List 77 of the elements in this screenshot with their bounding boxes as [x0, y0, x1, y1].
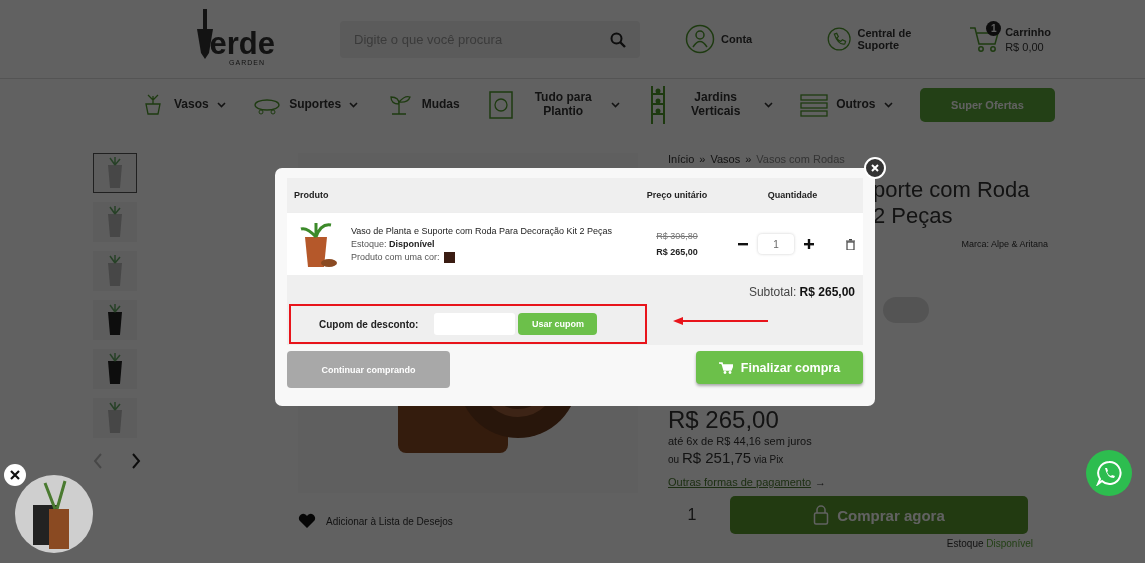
- breadcrumb-link[interactable]: Início: [668, 153, 695, 165]
- quantity-field[interactable]: 1: [668, 496, 716, 534]
- chevron-down-icon: [611, 102, 621, 108]
- coupon-label: Cupom de desconto:: [319, 318, 419, 330]
- shelves-icon: [800, 92, 829, 118]
- cart-total: R$ 0,00: [1005, 40, 1045, 53]
- heart-icon: [298, 513, 316, 529]
- pot-icon: [105, 157, 125, 189]
- nav-menu-item[interactable]: Vasos: [174, 98, 226, 112]
- column-header: Produto: [287, 178, 632, 212]
- color-label: Produto com uma cor:: [351, 252, 440, 262]
- close-button[interactable]: [864, 157, 886, 179]
- promo-button[interactable]: Super Ofertas: [920, 88, 1055, 122]
- pot-icon: [105, 304, 125, 336]
- chevron-down-icon: [216, 102, 226, 108]
- breadcrumb-separator: »: [699, 153, 706, 165]
- subtotal-text: Subtotal: R$ 265,00: [747, 284, 856, 299]
- cart-icon: [969, 25, 1000, 53]
- product-price: R$ 265,00: [668, 407, 780, 433]
- nav-menu-item[interactable]: Jardins Verticais: [675, 91, 773, 119]
- old-price: R$ 306,80: [656, 231, 698, 241]
- search-icon: [610, 31, 626, 48]
- checkout-button[interactable]: Finalizar compra: [696, 351, 863, 384]
- pix-price-text: ou R$ 251,75 via Pix: [668, 449, 785, 466]
- stock-status: Estoque: Disponível: [351, 238, 436, 249]
- apply-coupon-button[interactable]: Usar cupom: [518, 313, 598, 335]
- user-icon: [685, 24, 715, 54]
- logo-text[interactable]: erde: [209, 28, 275, 59]
- lock-icon: [813, 505, 830, 525]
- product-name[interactable]: Vaso de Planta e Suporte com Roda Para Decoração Kit 2 Peças: [351, 225, 612, 236]
- product-thumbnail[interactable]: [93, 153, 137, 193]
- payment-options-link[interactable]: Outras formas de pagamento: [668, 476, 812, 488]
- continue-shopping-button[interactable]: Continuar comprando: [287, 351, 450, 388]
- product-thumbnail[interactable]: [93, 398, 137, 438]
- chat-button[interactable]: [1086, 450, 1132, 496]
- cart-count-badge: 1: [986, 21, 1002, 36]
- chevron-down-icon: [763, 102, 773, 108]
- buy-now-button[interactable]: Comprar agora: [730, 496, 1028, 534]
- pot-icon: [105, 255, 125, 287]
- pot-icon: [105, 402, 125, 434]
- phone-icon: [827, 24, 852, 54]
- product-thumbnail[interactable]: [93, 202, 137, 242]
- product-thumbnail[interactable]: [93, 251, 137, 291]
- installments-text: até 6x de R$ 44,16 sem juros: [668, 435, 813, 447]
- chevron-down-icon: [883, 102, 893, 108]
- pot-icon: [105, 353, 125, 385]
- cart-label[interactable]: Carrinho: [1005, 25, 1051, 38]
- breadcrumb-separator: »: [745, 153, 752, 165]
- quantity-field[interactable]: 1: [758, 234, 794, 254]
- nav-menu-item[interactable]: Mudas: [421, 98, 460, 112]
- unit-price: R$ 265,00: [656, 247, 698, 257]
- plus-icon[interactable]: [804, 239, 814, 249]
- product-thumbnail[interactable]: [93, 349, 137, 389]
- nav-menu-item[interactable]: Suportes: [289, 98, 359, 112]
- product-thumbnail[interactable]: [93, 300, 137, 340]
- account-link[interactable]: Conta: [721, 33, 753, 45]
- wishlist-link[interactable]: Adicionar à Lista de Desejos: [326, 515, 453, 527]
- nav-menu-item[interactable]: Tudo para Plantio: [523, 91, 621, 119]
- close-button[interactable]: [4, 464, 26, 486]
- chevron-right-icon[interactable]: [131, 453, 141, 469]
- column-header: Preço unitário: [632, 178, 722, 212]
- close-icon: [10, 470, 20, 480]
- product-title: 2 Peças: [873, 203, 954, 229]
- breadcrumb-link[interactable]: Vasos: [710, 153, 741, 165]
- column-header: Quantidade: [722, 178, 863, 212]
- close-icon: [871, 164, 879, 172]
- seed-bag-icon: [487, 90, 516, 120]
- brand-text: Marca: Alpe & Aritana: [961, 239, 1048, 249]
- pot-icon: [105, 206, 125, 238]
- nav-menu-item[interactable]: Outros: [836, 98, 893, 112]
- support-link[interactable]: Central de Suporte: [857, 27, 938, 51]
- arrow-text: →: [815, 476, 827, 488]
- stock-status: Estoque Disponível: [946, 538, 1033, 549]
- cart-icon: [718, 361, 733, 374]
- chat-bubble-icon: [1096, 460, 1122, 486]
- trash-icon[interactable]: [846, 238, 855, 250]
- chevron-down-icon: [349, 102, 359, 108]
